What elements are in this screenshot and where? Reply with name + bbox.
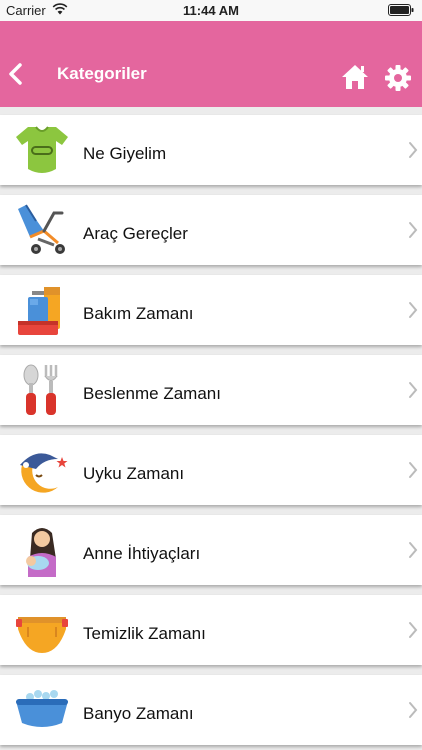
category-label: Anne İhtiyaçları [83, 544, 201, 563]
category-row-bakim-zamani[interactable]: Bakım Zamanı [0, 275, 422, 345]
chevron-right-icon [409, 622, 418, 638]
sleeping-moon-icon [20, 453, 68, 493]
category-label: Ne Giyelim [83, 144, 167, 163]
clock: 11:44 AM [183, 3, 239, 18]
chevron-right-icon [409, 542, 418, 558]
care-products-icon [18, 287, 60, 335]
gear-icon[interactable] [384, 64, 412, 92]
category-label: Araç Gereçler [83, 224, 188, 243]
category-row-beslenme-zamani[interactable]: Beslenme Zamanı [0, 355, 422, 425]
battery-icon [388, 4, 414, 16]
category-label: Beslenme Zamanı [83, 384, 221, 403]
chevron-right-icon [409, 302, 418, 318]
chevron-right-icon [409, 462, 418, 478]
diaper-icon [16, 617, 68, 653]
category-label: Bakım Zamanı [83, 304, 194, 323]
category-row-anne-ihtiyaclari[interactable]: Anne İhtiyaçları [0, 515, 422, 585]
stroller-icon [18, 204, 65, 254]
mother-baby-icon [26, 528, 56, 577]
chevron-right-icon [409, 382, 418, 398]
category-row-ne-giyelim[interactable]: Ne Giyelim [0, 115, 422, 185]
chevron-right-icon [409, 702, 418, 718]
category-row-uyku-zamani[interactable]: Uyku Zamanı [0, 435, 422, 505]
chevron-right-icon [409, 222, 418, 238]
baby-bathtub-icon [16, 690, 68, 727]
chevron-left-icon[interactable] [6, 61, 26, 87]
nav-bar: Kategoriler [0, 21, 422, 107]
status-bar: Carrier 11:44 AM [0, 0, 422, 21]
category-row-temizlik-zamani[interactable]: Temizlik Zamanı [0, 595, 422, 665]
category-label: Banyo Zamanı [83, 704, 194, 723]
category-row-banyo-zamani[interactable]: Banyo Zamanı [0, 675, 422, 745]
category-row-arac-gerecler[interactable]: Araç Gereçler [0, 195, 422, 265]
category-label: Temizlik Zamanı [83, 624, 206, 643]
chevron-right-icon [409, 142, 418, 158]
spoon-fork-icon [23, 364, 58, 415]
page-title: Kategoriler [57, 64, 147, 83]
home-icon[interactable] [340, 63, 370, 91]
baby-onesie-icon [16, 126, 68, 173]
category-label: Uyku Zamanı [83, 464, 185, 483]
